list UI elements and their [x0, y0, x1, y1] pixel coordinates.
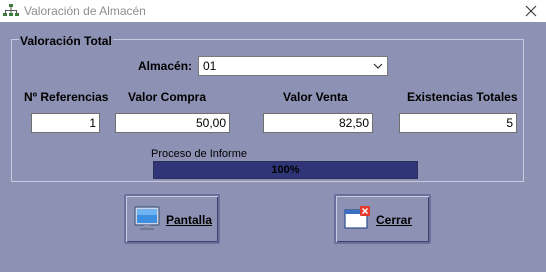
window-title: Valoración de Almacén: [24, 4, 146, 18]
valor-compra-header: Valor Compra: [128, 90, 207, 104]
almacen-label: Almacén:: [138, 59, 193, 73]
progress-percent: 100%: [271, 164, 300, 176]
referencias-header: Nº Referencias: [24, 90, 109, 104]
close-button[interactable]: [516, 0, 546, 22]
monitor-icon: [134, 206, 160, 230]
group-title: Valoración Total: [19, 34, 113, 48]
progress-label: Proceso de Informe: [151, 148, 247, 160]
almacen-value: 01: [203, 59, 217, 73]
chevron-down-icon: [373, 63, 383, 69]
title-bar: Valoración de Almacén: [0, 0, 546, 22]
valor-compra-field[interactable]: 50,00: [115, 113, 230, 133]
valor-venta-field[interactable]: 82,50: [263, 113, 373, 133]
pantalla-button[interactable]: Pantalla: [124, 194, 220, 244]
tree-network-icon: [3, 4, 19, 18]
existencias-field[interactable]: 5: [399, 113, 517, 133]
cerrar-button[interactable]: Cerrar: [334, 194, 431, 244]
existencias-header: Existencias Totales: [407, 90, 518, 104]
report-window: Valoración de Almacén Valoración Total A…: [0, 0, 546, 272]
almacen-select[interactable]: 01: [198, 56, 388, 76]
pantalla-label: Pantalla: [166, 213, 213, 227]
cerrar-label: Cerrar: [376, 213, 413, 227]
close-icon: [525, 5, 537, 17]
referencias-field[interactable]: 1: [31, 113, 100, 133]
close-window-icon: [344, 206, 370, 229]
progress-bar: 100%: [153, 161, 418, 179]
valor-venta-header: Valor Venta: [283, 90, 348, 104]
